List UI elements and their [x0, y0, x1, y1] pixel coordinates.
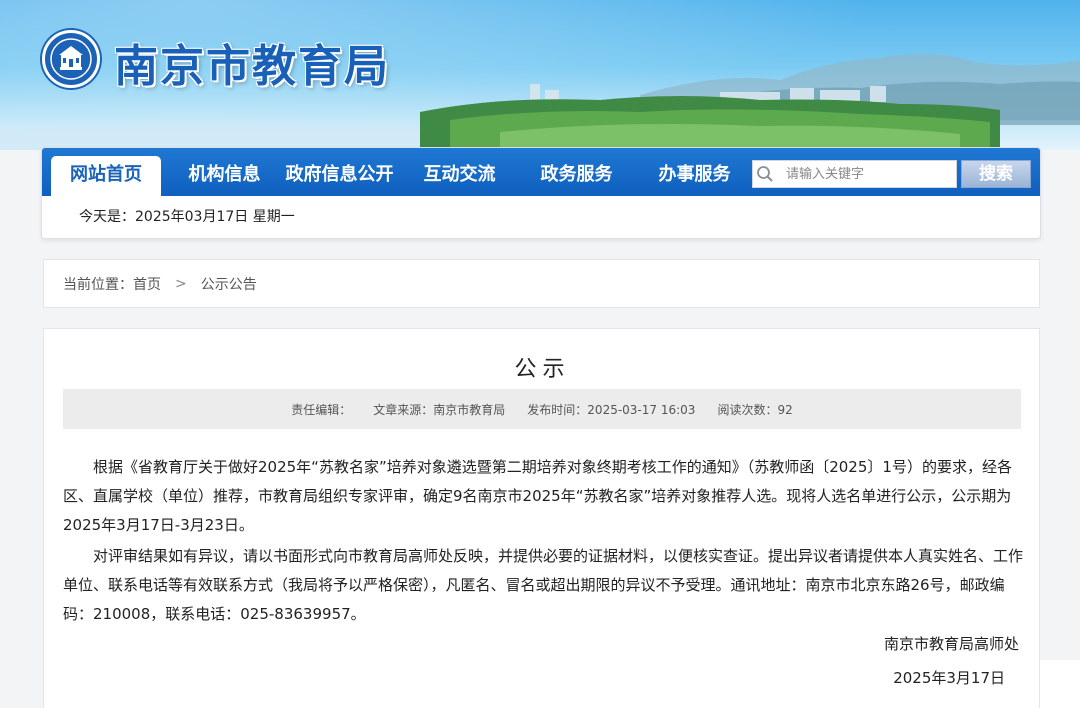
meta-read-count: 阅读次数：92	[717, 402, 793, 417]
breadcrumb-prefix: 当前位置：	[63, 276, 133, 293]
breadcrumb-home-link[interactable]: 首页	[133, 274, 161, 294]
nav-affairs-services[interactable]: 办事服务	[642, 156, 747, 196]
signature-date: 2025年3月17日	[887, 667, 1011, 688]
search-input[interactable]	[786, 162, 956, 186]
search-button[interactable]: 搜索	[961, 160, 1031, 188]
signature-organization: 南京市教育局高师处	[883, 635, 1019, 653]
article-meta-bar: 责任编辑： 文章来源：南京市教育局 发布时间：2025-03-17 16:03 …	[63, 389, 1021, 429]
today-date: 今天是：2025年03月17日 星期一	[79, 209, 295, 225]
article-title: 公示	[514, 357, 571, 382]
navigation-panel: 网站首页 机构信息 政府信息公开 互动交流 政务服务 办事服务 搜索 今天是：2…	[41, 147, 1041, 239]
search-icon	[753, 161, 776, 187]
education-bureau-logo[interactable]	[42, 30, 100, 88]
article-panel: 公示 责任编辑： 文章来源：南京市教育局 发布时间：2025-03-17 16:…	[43, 328, 1040, 708]
article-paragraph: 对评审结果如有异议，请以书面形式向市教育局高师处反映，并提供必要的证据材料，以便…	[63, 547, 1024, 623]
nav-interaction[interactable]: 互动交流	[407, 156, 512, 196]
breadcrumb: 当前位置： 首页 > 公示公告	[43, 259, 1040, 308]
nav-government-services[interactable]: 政务服务	[524, 156, 629, 196]
site-title[interactable]: 南京市教育局	[114, 30, 390, 94]
meta-source: 文章来源：南京市教育局	[373, 402, 506, 417]
corner-overlay	[1040, 660, 1080, 708]
main-nav-bar: 网站首页 机构信息 政府信息公开 互动交流 政务服务 办事服务 搜索	[42, 148, 1040, 196]
breadcrumb-current-link[interactable]: 公示公告	[201, 274, 257, 294]
search-box	[752, 160, 957, 188]
breadcrumb-separator: >	[175, 275, 187, 292]
nav-government-info-disclosure[interactable]: 政府信息公开	[282, 156, 397, 196]
meta-editor: 责任编辑：	[291, 402, 352, 417]
logo-building-icon	[50, 38, 92, 80]
header-banner: 南京市教育局	[0, 0, 1080, 150]
nav-organization-info[interactable]: 机构信息	[172, 156, 277, 196]
nav-home[interactable]: 网站首页	[51, 156, 161, 196]
meta-publish-time: 发布时间：2025-03-17 16:03	[527, 402, 696, 417]
article-paragraph: 根据《省教育厅关于做好2025年“苏教名家”培养对象遴选暨第二期培养对象终期考核…	[63, 458, 1012, 534]
article-body: 根据《省教育厅关于做好2025年“苏教名家”培养对象遴选暨第二期培养对象终期考核…	[63, 453, 1023, 631]
